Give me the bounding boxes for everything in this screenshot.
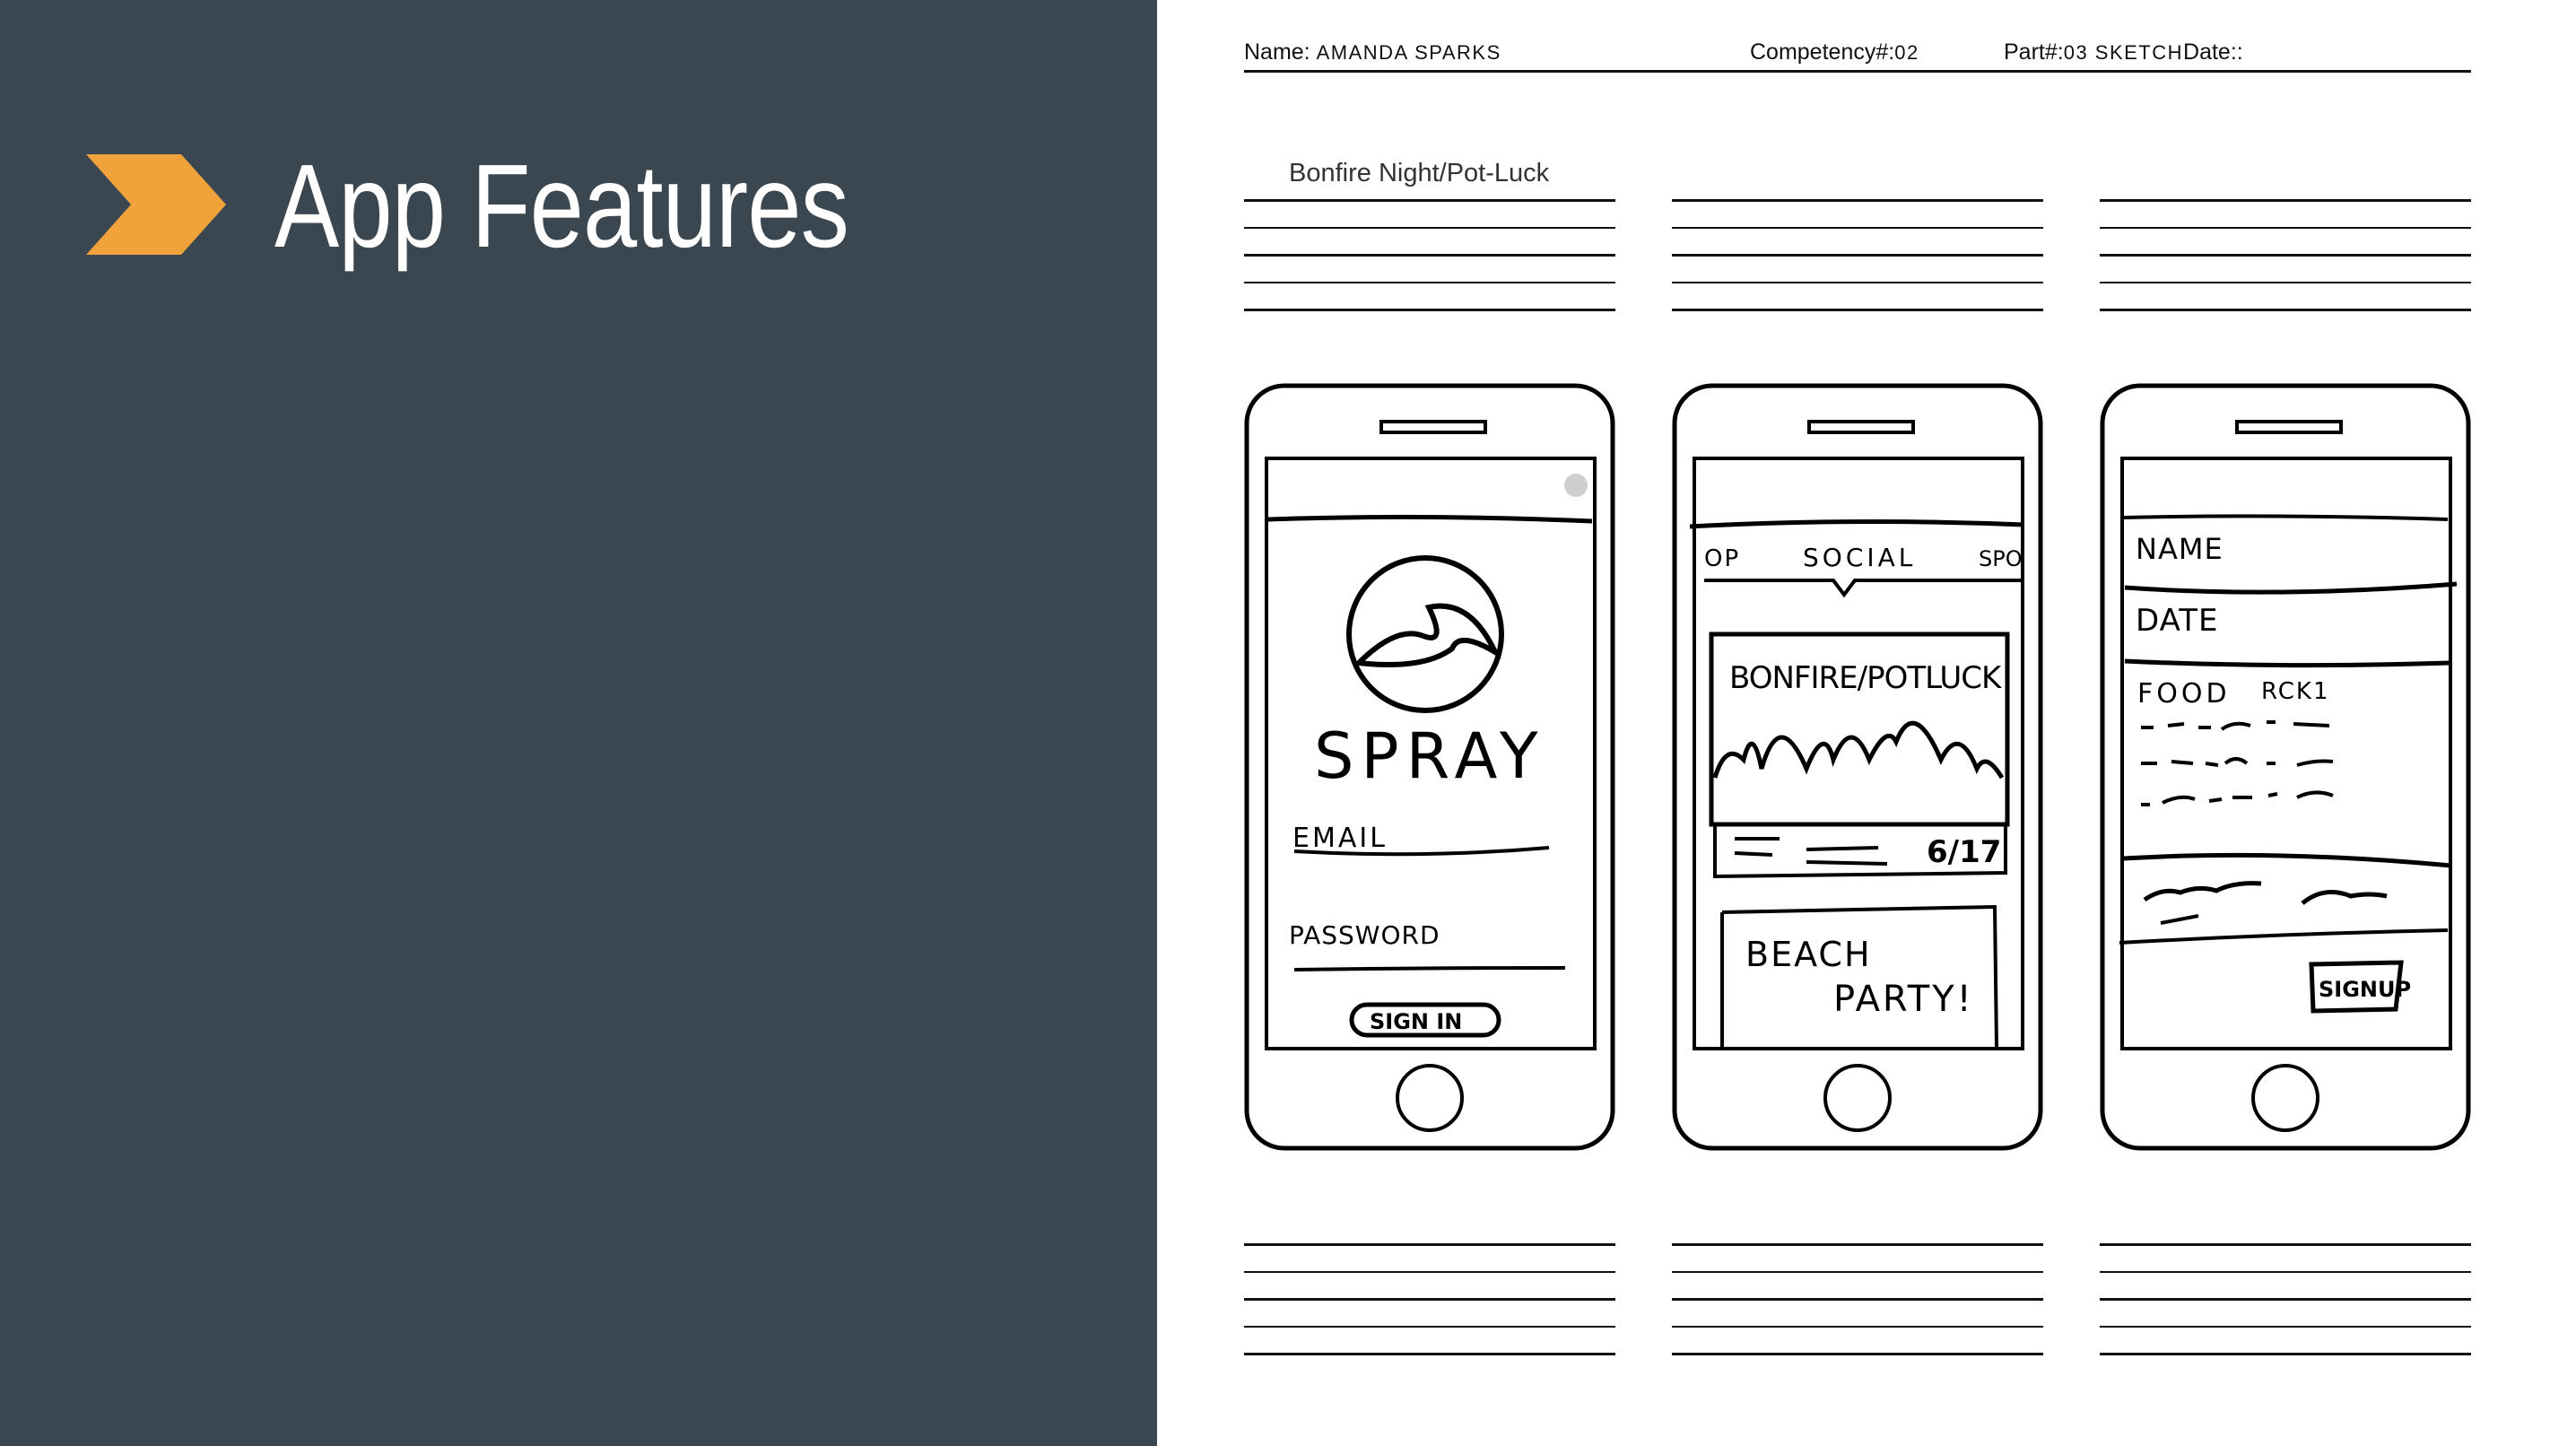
date-label: Date:: — [2183, 39, 2243, 65]
signup-button[interactable]: SIGNUP — [2319, 977, 2411, 1002]
notes-lines-top-1 — [1244, 199, 1615, 336]
event-card-2-title-line1[interactable]: BEACH — [1745, 935, 1872, 974]
competency-label: Competency#: — [1750, 39, 1895, 65]
notes-lines-bottom-1 — [1244, 1243, 1615, 1381]
competency-field: Competency#:02 — [1750, 39, 1919, 65]
name-field: Name: AMANDA SPARKS — [1244, 39, 1501, 65]
chevron-arrow-icon — [86, 154, 226, 255]
event-card-date: 6/17 — [1927, 834, 2001, 870]
name-label: Name: — [1244, 39, 1310, 65]
left-panel: App Features — [0, 0, 1157, 1446]
date-field-label: DATE — [2136, 603, 2218, 639]
rck-field-label: RCK1 — [2261, 678, 2330, 705]
part-label: Part#: — [2004, 39, 2064, 65]
slide-title: App Features — [274, 140, 849, 272]
event-card-title[interactable]: BONFIRE/POTLUCK — [1729, 660, 2004, 696]
notes-lines-bottom-3 — [2100, 1243, 2471, 1381]
event-card-2-title-line2[interactable]: PARTY! — [1833, 979, 1974, 1020]
tab-spo[interactable]: SPO — [1979, 546, 2023, 571]
food-field-label: FOOD — [2137, 678, 2231, 710]
notes-lines-bottom-2 — [1672, 1243, 2043, 1381]
app-logo-text: SPRAY — [1314, 719, 1545, 793]
name-field-label: NAME — [2136, 532, 2224, 566]
part-value: 03 SKETCH — [2063, 41, 2184, 64]
tab-social[interactable]: SOCIAL — [1803, 543, 1916, 572]
notes-lines-top-3 — [2100, 199, 2471, 336]
sign-in-button[interactable]: SIGN IN — [1370, 1009, 1462, 1034]
name-value: AMANDA SPARKS — [1316, 41, 1501, 64]
phone-sketch-signup-form: NAME DATE FOOD RCK1 SIGNUP — [2100, 383, 2471, 1151]
sketch-title: Bonfire Night/Pot-Luck — [1289, 159, 1550, 187]
email-label: EMAIL — [1292, 823, 1388, 854]
phone-sketch-social-feed: OP SOCIAL SPO BONFIRE/POTLUCK 6/17 BEACH… — [1672, 383, 2043, 1151]
tab-op[interactable]: OP — [1704, 545, 1740, 572]
phone-sketch-login: SPRAY EMAIL PASSWORD SIGN IN — [1244, 383, 1615, 1151]
part-field: Part#:03 SKETCHDate:: — [2004, 39, 2243, 65]
sketch-sheet: Name: AMANDA SPARKS Competency#:02 Part#… — [1157, 0, 2576, 1446]
header-rule — [1244, 70, 2471, 73]
competency-value: 02 — [1894, 41, 1919, 64]
notes-lines-top-2 — [1672, 199, 2043, 336]
password-label: PASSWORD — [1289, 920, 1440, 950]
